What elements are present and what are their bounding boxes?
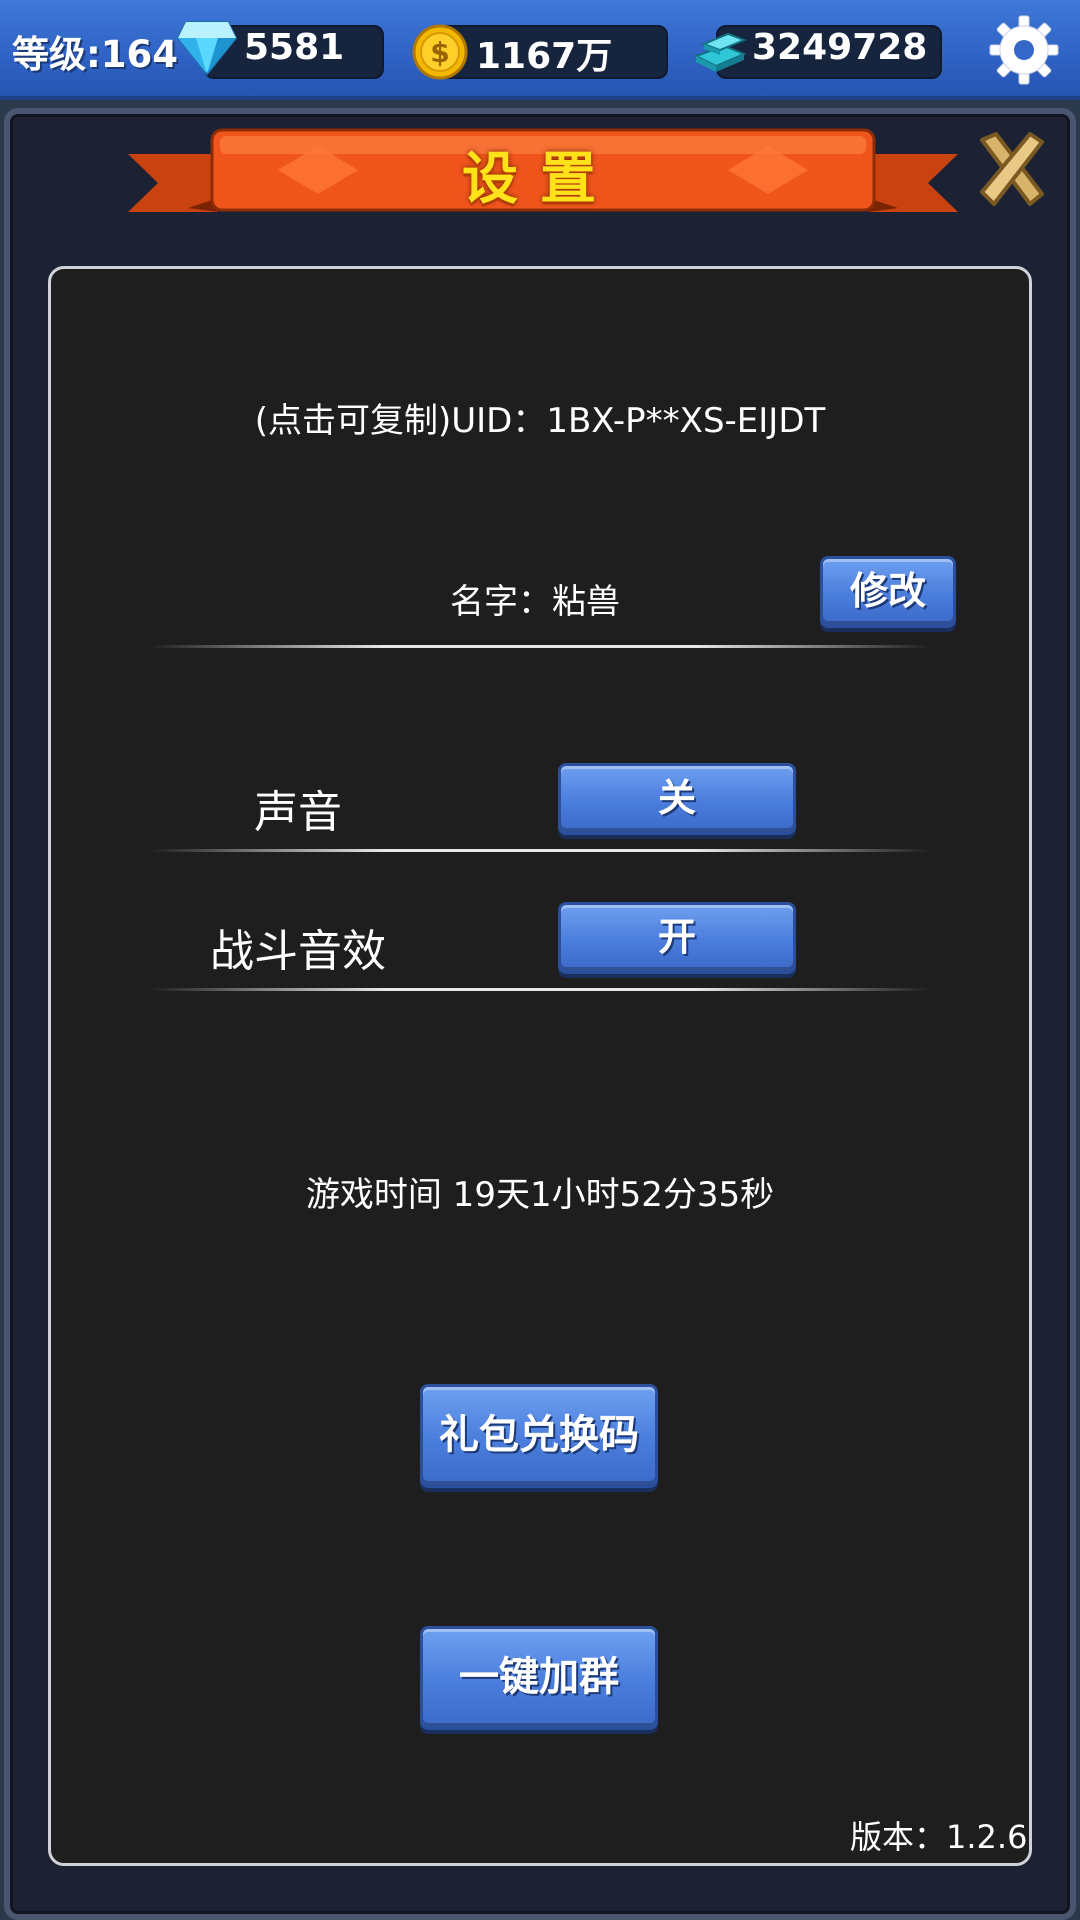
diamond-icon xyxy=(176,21,238,76)
gold-count: 1167万 xyxy=(476,36,613,77)
player-name: 名字：粘兽 xyxy=(450,582,620,622)
svg-text:$: $ xyxy=(430,36,449,69)
ingot-count: 3249728 xyxy=(752,27,928,68)
version-text: 版本：1.2.6 xyxy=(850,1818,1028,1856)
gift-code-button[interactable]: 礼包兑换码 xyxy=(420,1384,658,1488)
join-group-button[interactable]: 一键加群 xyxy=(420,1626,658,1730)
sound-toggle-button[interactable]: 关 xyxy=(558,763,796,835)
rename-button[interactable]: 修改 xyxy=(820,556,956,628)
gold-coin-icon: $ xyxy=(412,24,468,80)
play-time: 游戏时间 19天1小时52分35秒 xyxy=(305,1175,775,1215)
divider xyxy=(150,988,930,991)
ingot-icon xyxy=(693,32,747,72)
dialog-title: 设置 xyxy=(462,147,618,212)
sound-label: 声音 xyxy=(254,787,342,838)
battle-sfx-toggle-button[interactable]: 开 xyxy=(558,902,796,974)
divider xyxy=(150,645,930,648)
uid-copy-text[interactable]: (点击可复制)UID：1BX-P**XS-EIJDT xyxy=(0,393,1080,442)
resource-bar: 等级:164 5581 $ 1167万 3249728 xyxy=(0,0,1080,100)
close-icon[interactable] xyxy=(976,132,1048,208)
gear-icon[interactable] xyxy=(988,14,1060,86)
battle-sfx-label: 战斗音效 xyxy=(210,926,386,977)
divider xyxy=(150,849,930,852)
diamond-count: 5581 xyxy=(244,27,345,68)
player-level: 等级:164 xyxy=(12,33,179,76)
